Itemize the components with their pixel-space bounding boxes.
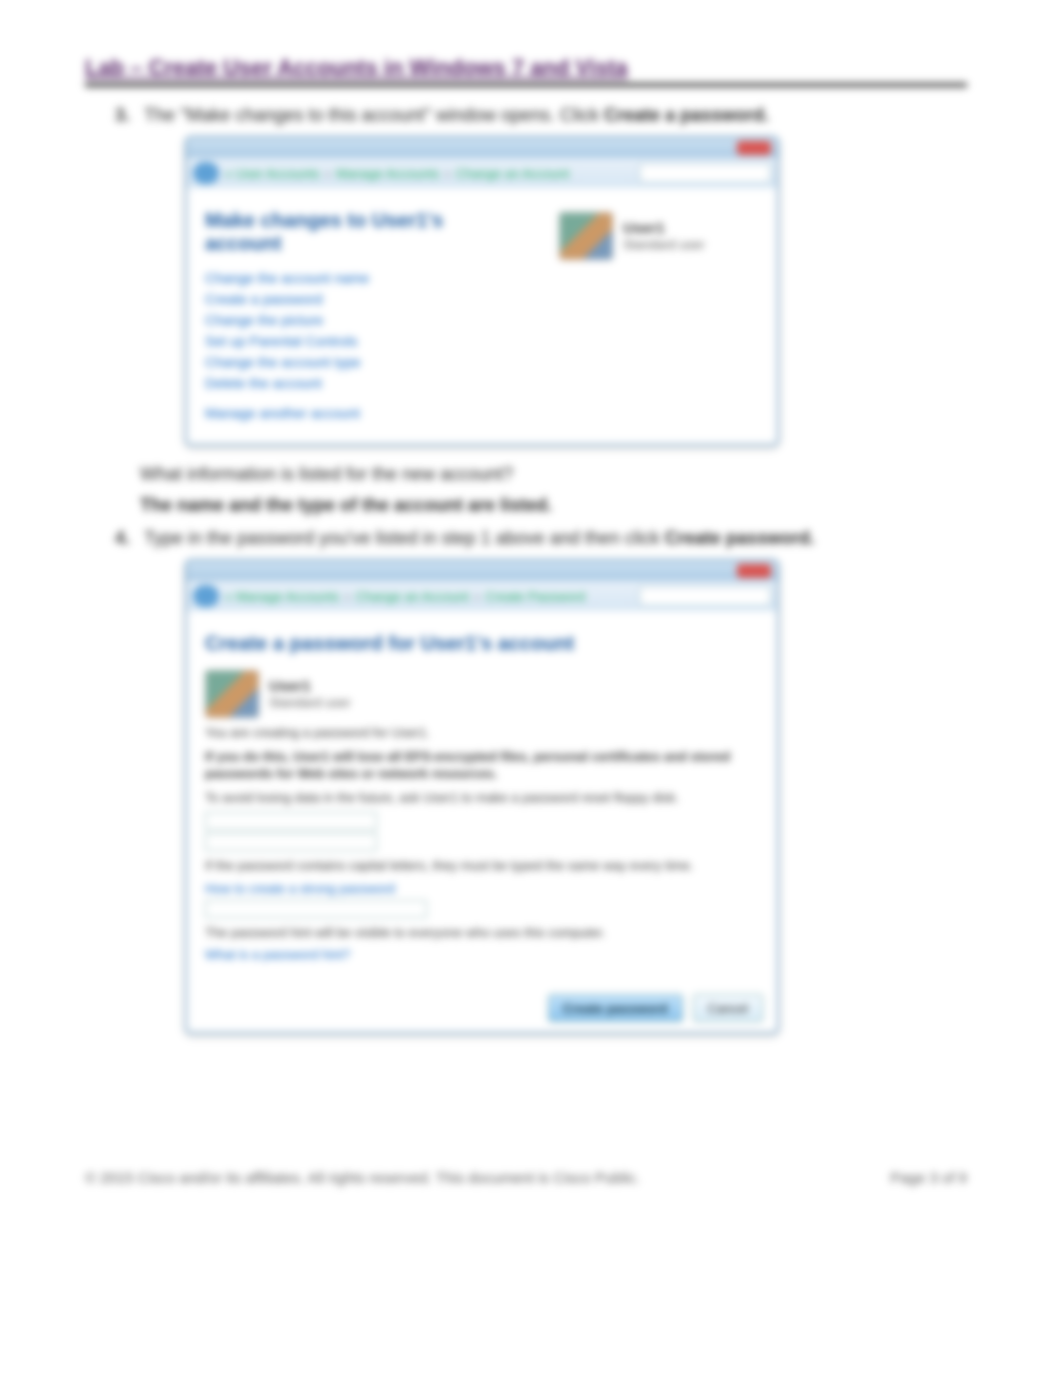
- copyright: © 2015 Cisco and/or its affiliates. All …: [85, 1170, 640, 1187]
- close-icon[interactable]: [737, 141, 771, 155]
- question-text: What information is listed for the new a…: [140, 464, 967, 485]
- breadcrumb-bar: « User Accounts › Manage Accounts › Chan…: [187, 158, 777, 188]
- close-icon[interactable]: [737, 564, 771, 578]
- info-line: To avoid losing data in the future, ask …: [205, 789, 759, 807]
- page-footer: © 2015 Cisco and/or its affiliates. All …: [85, 1170, 967, 1187]
- avatar: [559, 212, 613, 260]
- info-line: The password hint will be visible to eve…: [205, 924, 759, 942]
- chevron-right-icon: ›: [345, 589, 349, 604]
- link-strong-password[interactable]: How to create a strong password: [205, 881, 759, 896]
- cancel-button[interactable]: Cancel: [693, 994, 763, 1022]
- link-change-type[interactable]: Change the account type: [205, 354, 519, 370]
- step-number: 4.: [115, 528, 130, 549]
- page-number: Page 3 of 9: [890, 1170, 967, 1187]
- window-change-account: « User Accounts › Manage Accounts › Chan…: [185, 136, 779, 446]
- breadcrumb-a[interactable]: « Manage Accounts: [225, 589, 339, 604]
- window-heading: Make changes to User1's account: [205, 210, 519, 256]
- step-number: 3.: [115, 105, 130, 126]
- user-tile: User1 Standard user: [559, 212, 759, 260]
- step-text-b: Create password.: [665, 528, 815, 548]
- step-4: 4. Type in the password you've listed in…: [115, 528, 967, 549]
- link-parental-controls[interactable]: Set up Parental Controls: [205, 333, 519, 349]
- link-create-password[interactable]: Create a password: [205, 291, 519, 307]
- button-row: Create password Cancel: [187, 984, 777, 1032]
- user-name: User1: [623, 220, 705, 237]
- window-create-password: « Manage Accounts › Change an Account › …: [185, 559, 779, 1034]
- breadcrumb-bar: « Manage Accounts › Change an Account › …: [187, 581, 777, 611]
- avatar: [205, 670, 259, 718]
- breadcrumb-b[interactable]: Manage Accounts: [336, 166, 439, 181]
- page-header-title: Lab – Create User Accounts in Windows 7 …: [85, 55, 628, 80]
- back-button[interactable]: [193, 585, 219, 607]
- back-button[interactable]: [193, 162, 219, 184]
- answer-text: The name and the type of the account are…: [140, 495, 967, 516]
- user-tile: User1 Standard user: [205, 670, 759, 718]
- step-text-a: Type in the password you've listed in st…: [144, 528, 665, 548]
- search-input[interactable]: [639, 163, 771, 183]
- step-text: Type in the password you've listed in st…: [144, 528, 967, 549]
- link-delete-account[interactable]: Delete the account: [205, 375, 519, 391]
- chevron-right-icon: ›: [326, 166, 330, 181]
- link-manage-another[interactable]: Manage another account: [205, 405, 519, 421]
- user-type: Standard user: [269, 695, 351, 710]
- chevron-right-icon: ›: [475, 589, 479, 604]
- search-input[interactable]: [639, 586, 771, 606]
- page-header: Lab – Create User Accounts in Windows 7 …: [85, 55, 967, 87]
- link-password-hint[interactable]: What is a password hint?: [205, 947, 759, 962]
- step-text-a: The "Make changes to this account" windo…: [144, 105, 604, 125]
- link-change-name[interactable]: Change the account name: [205, 270, 519, 286]
- user-type: Standard user: [623, 237, 705, 252]
- warning-line: If you do this, User1 will lose all EFS-…: [205, 748, 759, 783]
- confirm-password-field[interactable]: [205, 833, 377, 851]
- user-name: User1: [269, 678, 351, 695]
- window-heading: Create a password for User1's account: [205, 633, 759, 656]
- breadcrumb-b[interactable]: Change an Account: [356, 589, 469, 604]
- step-text: The "Make changes to this account" windo…: [144, 105, 967, 126]
- step-text-b: Create a password.: [604, 105, 769, 125]
- info-line: You are creating a password for User1.: [205, 724, 759, 742]
- account-links: Change the account name Create a passwor…: [205, 270, 519, 421]
- create-password-button[interactable]: Create password: [548, 994, 683, 1022]
- password-hint-field[interactable]: [205, 900, 427, 918]
- step-3: 3. The "Make changes to this account" wi…: [115, 105, 967, 126]
- titlebar: [187, 561, 777, 581]
- chevron-right-icon: ›: [445, 166, 449, 181]
- breadcrumb-c[interactable]: Create Password: [485, 589, 585, 604]
- breadcrumb-c[interactable]: Change an Account: [456, 166, 569, 181]
- titlebar: [187, 138, 777, 158]
- link-change-picture[interactable]: Change the picture: [205, 312, 519, 328]
- new-password-field[interactable]: [205, 812, 377, 830]
- breadcrumb-a[interactable]: « User Accounts: [225, 166, 320, 181]
- info-line: If the password contains capital letters…: [205, 857, 759, 875]
